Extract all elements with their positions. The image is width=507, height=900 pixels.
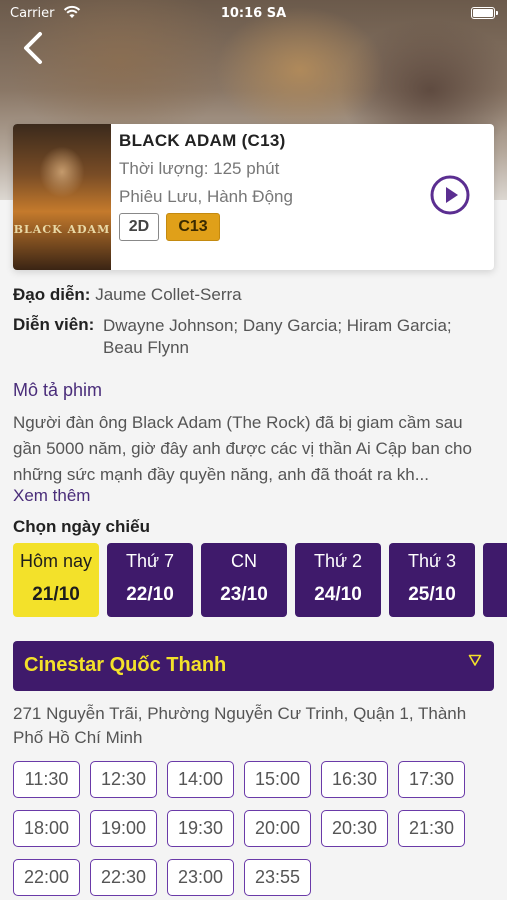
cinema-header[interactable]: Cinestar Quốc Thanh — [13, 641, 494, 691]
status-bar: Carrier 10:16 SA — [0, 0, 507, 28]
cast-label: Diễn viên: — [13, 315, 95, 334]
cast-value: Dwayne Johnson; Dany Garcia; Hiram Garci… — [103, 316, 452, 357]
back-button[interactable] — [18, 28, 50, 68]
movie-card: BLACK ADAM BLACK ADAM (C13) Thời lượng: … — [13, 124, 494, 270]
showtime-button[interactable]: 20:00 — [244, 810, 311, 847]
date-day: CN — [231, 551, 257, 571]
date-num: 22/10 — [126, 584, 174, 605]
date-num: 24/10 — [314, 584, 362, 605]
movie-duration: Thời lượng: 125 phút — [119, 159, 280, 178]
showtime-button[interactable]: 15:00 — [244, 761, 311, 798]
date-day: Thứ 2 — [313, 551, 363, 571]
play-icon — [430, 175, 470, 215]
date-num: 23/10 — [220, 584, 268, 605]
director-value: Jaume Collet-Serra — [95, 285, 242, 304]
cinema-name: Cinestar Quốc Thanh — [24, 654, 227, 676]
showtime-button[interactable]: 23:00 — [167, 859, 234, 896]
showtime-button[interactable]: 20:30 — [321, 810, 388, 847]
status-time: 10:16 SA — [220, 6, 287, 21]
date-num: 21/10 — [32, 584, 80, 605]
movie-poster[interactable]: BLACK ADAM — [13, 124, 111, 270]
date-selector: Hôm nay 21/10 Thứ 7 22/10 CN 23/10 Thứ 2… — [13, 543, 507, 617]
description-text: Người đàn ông Black Adam (The Rock) đã b… — [13, 413, 472, 484]
date-item-sat[interactable]: Thứ 7 22/10 — [107, 543, 193, 617]
director-row: Đạo diễn: Jaume Collet-Serra — [13, 284, 242, 306]
date-item-tue[interactable]: Thứ 3 25/10 — [389, 543, 475, 617]
play-trailer-button[interactable] — [430, 175, 470, 215]
movie-title: BLACK ADAM (C13) — [119, 131, 286, 150]
date-item-mon[interactable]: Thứ 2 24/10 — [295, 543, 381, 617]
date-day: Thứ 3 — [407, 551, 457, 571]
format-badge: 2D — [119, 213, 159, 241]
date-section-title: Chọn ngày chiếu — [13, 517, 150, 536]
showtime-button[interactable]: 19:00 — [90, 810, 157, 847]
date-item-next[interactable] — [483, 543, 507, 617]
cinema-address: 271 Nguyễn Trãi, Phường Nguyễn Cư Trinh,… — [13, 704, 467, 747]
chevron-left-icon — [24, 32, 42, 64]
poster-title: BLACK ADAM — [13, 223, 111, 236]
see-more-link[interactable]: Xem thêm — [13, 486, 90, 506]
date-item-sun[interactable]: CN 23/10 — [201, 543, 287, 617]
showtime-button[interactable]: 11:30 — [13, 761, 80, 798]
showtime-button[interactable]: 19:30 — [167, 810, 234, 847]
showtime-button[interactable]: 22:00 — [13, 859, 80, 896]
showtime-button[interactable]: 23:55 — [244, 859, 311, 896]
showtime-button[interactable]: 12:30 — [90, 761, 157, 798]
date-item-today[interactable]: Hôm nay 21/10 — [13, 543, 99, 617]
rating-badge: C13 — [166, 213, 220, 241]
showtime-button[interactable]: 21:30 — [398, 810, 465, 847]
showtime-button[interactable]: 22:30 — [90, 859, 157, 896]
description-title: Mô tả phim — [13, 380, 103, 400]
date-day: Hôm nay — [19, 551, 93, 571]
date-day: Thứ 7 — [125, 551, 175, 571]
chevron-down-icon — [468, 653, 482, 672]
director-label: Đạo diễn: — [13, 285, 91, 304]
showtime-button[interactable]: 16:30 — [321, 761, 388, 798]
showtime-button[interactable]: 14:00 — [167, 761, 234, 798]
showtime-button[interactable]: 18:00 — [13, 810, 80, 847]
movie-genre: Phiêu Lưu, Hành Động — [119, 187, 293, 206]
battery-icon — [471, 7, 498, 19]
date-num: 25/10 — [408, 584, 456, 605]
showtime-button[interactable]: 17:30 — [398, 761, 465, 798]
